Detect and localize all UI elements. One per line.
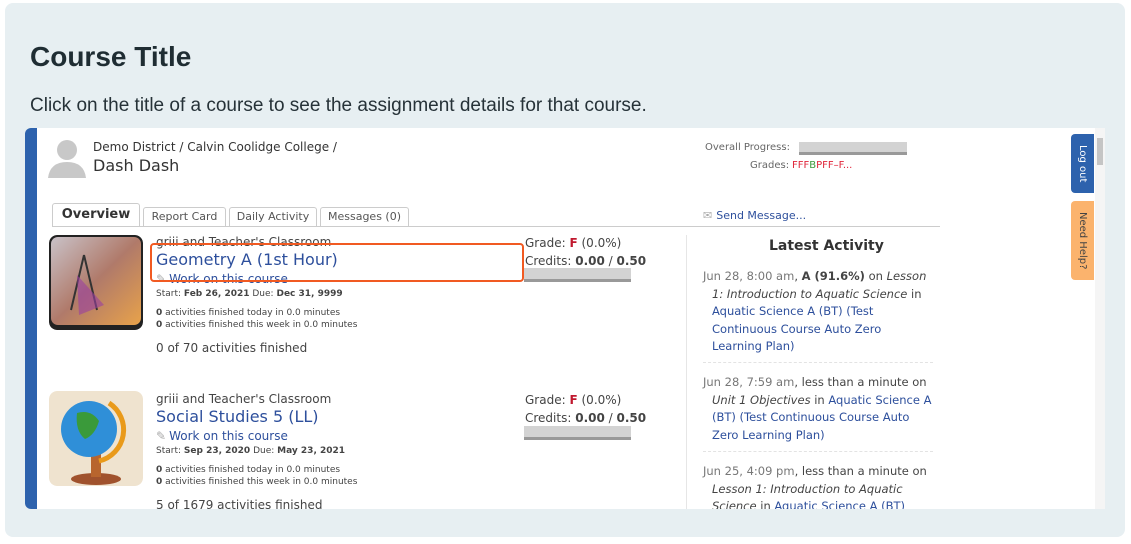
activity-course-link[interactable]: Aquatic Science A (BT) (Test Continuous … (712, 304, 881, 353)
credits-total: 0.50 (616, 254, 647, 268)
embedded-screenshot: Demo District / Calvin Coolidge College … (25, 128, 1105, 509)
start-label: Start: (156, 446, 182, 456)
activity-item: Unit 1 Objectives (712, 392, 811, 407)
credits-total: 0.50 (616, 411, 647, 425)
work-label: Work on this course (169, 429, 288, 443)
activity-time: Jun 25, 4:09 pm (703, 464, 795, 478)
credits-earned: 0.00 (575, 411, 605, 425)
due-date: Dec 31, 9999 (276, 289, 343, 299)
activity-time: Jun 28, 7:59 am (703, 375, 795, 389)
scrollbar-thumb[interactable] (1097, 138, 1103, 165)
today-text: activities finished today in 0.0 minutes (162, 465, 341, 475)
course-progress-bar (524, 268, 631, 282)
grade-label: Grade: (525, 393, 566, 407)
course-dates: Start: Sep 23, 2020 Due: May 23, 2021 (156, 446, 345, 456)
send-message-link[interactable]: ✉ Send Message... (703, 209, 806, 222)
grades-label: Grades: (750, 160, 790, 171)
course-credits: Credits: 0.00 / 0.50 (525, 254, 647, 268)
grades-rest: PFF–F... (816, 160, 853, 171)
course-classroom: griii and Teacher's Classroom (156, 392, 332, 406)
logout-button[interactable]: Log out (1071, 134, 1094, 193)
due-date: May 23, 2021 (277, 446, 346, 456)
grade-letter: F (569, 393, 578, 407)
grade-percent: (0.0%) (581, 393, 622, 407)
course-grade: Grade: F (0.0%) (525, 236, 621, 250)
entry-separator (703, 451, 933, 452)
start-label: Start: (156, 289, 182, 299)
activity-entry: Jun 28, 8:00 am, A (91.6%) on Lesson 1: … (703, 269, 927, 353)
student-name: Dash Dash (93, 156, 180, 175)
grade-letter: F (569, 236, 578, 250)
activities-week: 0 activities finished this week in 0.0 m… (156, 320, 357, 330)
credits-label: Credits: (525, 411, 572, 425)
scrollbar[interactable] (1095, 128, 1105, 509)
grade-label: Grade: (525, 236, 566, 250)
activity-in: in (907, 286, 922, 301)
grades-string[interactable]: FFFBPFF–F... (792, 160, 852, 171)
page-title: Course Title (30, 41, 192, 72)
week-text: activities finished this week in 0.0 min… (162, 320, 358, 330)
pencil-icon: ✎ (156, 429, 167, 443)
overall-progress-label: Overall Progress: (705, 142, 790, 153)
highlight-box (150, 243, 524, 282)
entry-separator (703, 362, 933, 363)
activity-time: Jun 28, 8:00 am (703, 269, 795, 283)
activity-in: in (810, 392, 829, 407)
course-title-link[interactable]: Social Studies 5 (LL) (156, 407, 319, 426)
latest-activity-title: Latest Activity (769, 238, 884, 254)
tab-overview[interactable]: Overview (52, 203, 140, 227)
start-date: Sep 23, 2020 (183, 446, 251, 456)
due-label: Due: (252, 289, 274, 299)
tab-report-card[interactable]: Report Card (143, 207, 226, 226)
today-text: activities finished today in 0.0 minutes (162, 308, 341, 318)
social-studies-course-image[interactable] (49, 391, 143, 486)
activity-text: less than a minute on (798, 464, 927, 478)
overall-progress-bar (799, 142, 907, 155)
course-progress-bar (524, 426, 631, 440)
activities-today: 0 activities finished today in 0.0 minut… (156, 308, 340, 318)
geometry-course-image[interactable] (49, 235, 143, 330)
activity-entry: Jun 25, 4:09 pm, less than a minute on L… (703, 463, 933, 509)
activities-finished: 0 of 70 activities finished (156, 341, 308, 355)
page-description: Click on the title of a course to see th… (30, 95, 647, 116)
activity-text: on (864, 269, 887, 283)
start-date: Feb 26, 2021 (183, 289, 250, 299)
activities-today: 0 activities finished today in 0.0 minut… (156, 465, 340, 475)
week-text: activities finished this week in 0.0 min… (162, 477, 358, 487)
activity-text: less than a minute on (797, 375, 927, 389)
activity-in: in (756, 499, 775, 509)
grades-fail: FFF (792, 160, 810, 171)
envelope-icon: ✉ (703, 209, 713, 222)
activities-week: 0 activities finished this week in 0.0 m… (156, 477, 357, 487)
course-dates: Start: Feb 26, 2021 Due: Dec 31, 9999 (156, 289, 343, 299)
course-grade: Grade: F (0.0%) (525, 393, 621, 407)
breadcrumb[interactable]: Demo District / Calvin Coolidge College … (93, 140, 337, 154)
avatar-icon (48, 140, 86, 178)
need-help-button[interactable]: Need Help? (1071, 201, 1094, 280)
activity-entry: Jun 28, 7:59 am, less than a minute on U… (703, 375, 932, 442)
credits-label: Credits: (525, 254, 572, 268)
panel-divider (686, 235, 687, 509)
send-message-label: Send Message... (716, 209, 807, 222)
due-label: Due: (253, 446, 275, 456)
activity-score: A (91.6%) (801, 269, 865, 283)
activities-finished: 5 of 1679 activities finished (156, 498, 323, 509)
tab-daily-activity[interactable]: Daily Activity (229, 207, 317, 226)
tab-divider (52, 226, 940, 227)
grade-percent: (0.0%) (581, 236, 622, 250)
work-on-course-link[interactable]: ✎ Work on this course (156, 429, 288, 443)
tab-messages[interactable]: Messages (0) (320, 207, 409, 226)
course-credits: Credits: 0.00 / 0.50 (525, 411, 647, 425)
credits-earned: 0.00 (575, 254, 605, 268)
